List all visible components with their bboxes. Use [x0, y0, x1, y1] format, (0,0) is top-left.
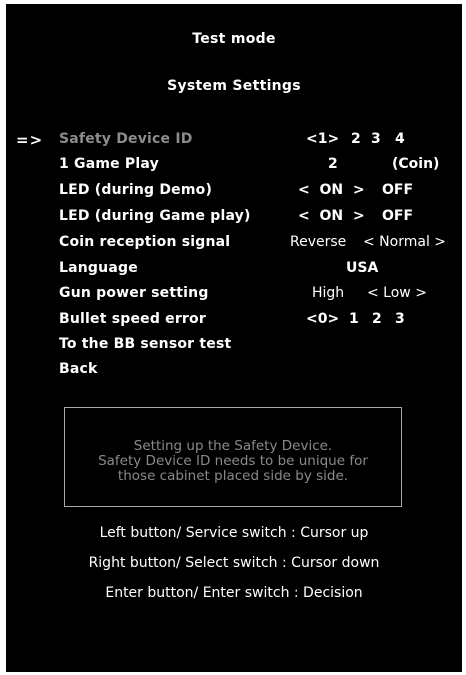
value-selected[interactable]: <0>	[306, 311, 339, 327]
description-box: Setting up the Safety Device. Safety Dev…	[64, 407, 402, 507]
menu-item-label: Coin reception signal	[59, 234, 231, 250]
value-option[interactable]: 3	[395, 311, 405, 327]
value-selected[interactable]: USA	[346, 260, 378, 276]
value-selected[interactable]: < ON >	[298, 182, 365, 198]
menu-item-safety-device-id[interactable]: => Safety Device ID <1> 2 3 4	[6, 131, 462, 153]
description-line: Setting up the Safety Device.	[133, 438, 333, 454]
section-title: System Settings	[167, 78, 301, 94]
test-mode-screen: Test mode System Settings => Safety Devi…	[6, 4, 462, 672]
menu-item-label: Back	[59, 361, 98, 377]
menu-item-led-game-play[interactable]: LED (during Game play) < ON > OFF	[6, 208, 462, 230]
value-option[interactable]: 3	[371, 131, 381, 147]
menu-item-label: Language	[59, 260, 138, 276]
menu-item-label: Safety Device ID	[59, 131, 193, 147]
menu-item-label: Gun power setting	[59, 285, 209, 301]
value-option[interactable]: Reverse	[290, 234, 346, 250]
menu-item-back[interactable]: Back	[6, 361, 462, 383]
value-option[interactable]: 4	[395, 131, 405, 147]
value-selected[interactable]: < ON >	[298, 208, 365, 224]
menu-item-label: To the BB sensor test	[59, 336, 232, 352]
value-unit: (Coin)	[392, 156, 440, 172]
value-selected[interactable]: <1>	[306, 131, 339, 147]
help-cursor-down: Right button/ Select switch : Cursor dow…	[88, 555, 380, 571]
description-line: Safety Device ID needs to be unique for	[98, 453, 368, 469]
menu-item-game-play[interactable]: 1 Game Play 2 (Coin)	[6, 156, 462, 178]
value-selected[interactable]: < Low >	[367, 285, 427, 301]
menu-item-bb-sensor-test[interactable]: To the BB sensor test	[6, 336, 462, 358]
menu-item-gun-power-setting[interactable]: Gun power setting High < Low >	[6, 285, 462, 307]
value-option[interactable]: 2	[351, 131, 361, 147]
value-option[interactable]: OFF	[382, 182, 413, 198]
value-option[interactable]: 2	[372, 311, 382, 327]
value-selected[interactable]: < Normal >	[363, 234, 446, 250]
help-cursor-up: Left button/ Service switch : Cursor up	[99, 525, 369, 541]
menu-item-label: Bullet speed error	[59, 311, 206, 327]
help-decision: Enter button/ Enter switch : Decision	[105, 585, 363, 601]
value-option[interactable]: OFF	[382, 208, 413, 224]
page-title: Test mode	[192, 31, 276, 47]
menu-item-label: LED (during Game play)	[59, 208, 251, 224]
menu-item-label: LED (during Demo)	[59, 182, 213, 198]
menu-item-language[interactable]: Language USA	[6, 260, 462, 282]
value-option[interactable]: High	[312, 285, 344, 301]
value-option[interactable]: 1	[349, 311, 359, 327]
cursor-arrow: =>	[16, 131, 44, 149]
menu-item-coin-reception-signal[interactable]: Coin reception signal Reverse < Normal >	[6, 234, 462, 256]
description-line: those cabinet placed side by side.	[117, 468, 349, 484]
menu-item-led-demo[interactable]: LED (during Demo) < ON > OFF	[6, 182, 462, 204]
menu-item-bullet-speed-error[interactable]: Bullet speed error <0> 1 2 3	[6, 311, 462, 333]
value-selected[interactable]: 2	[328, 156, 338, 172]
menu-item-label: 1 Game Play	[59, 156, 159, 172]
